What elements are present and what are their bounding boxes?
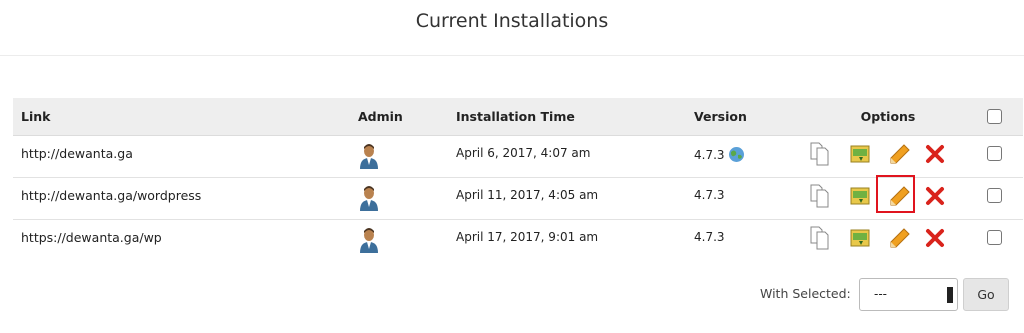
- admin-cell: [358, 220, 418, 261]
- bulk-action-select[interactable]: ---: [859, 278, 958, 311]
- backup-icon[interactable]: [848, 226, 872, 250]
- backup-icon[interactable]: [848, 184, 872, 208]
- globe-icon[interactable]: [728, 146, 745, 163]
- row-checkbox[interactable]: [986, 146, 1002, 161]
- header-version: Version: [694, 109, 747, 124]
- installation-link[interactable]: http://dewanta.ga/wordpress: [21, 178, 341, 219]
- installations-table: Link Admin Installation Time Version Opt…: [13, 98, 1023, 261]
- highlight-box: [876, 175, 915, 213]
- row-checkbox-cell: [983, 136, 1005, 177]
- header-installation-time: Installation Time: [456, 109, 575, 124]
- remove-x-icon[interactable]: [923, 184, 947, 208]
- header-admin: Admin: [358, 109, 403, 124]
- installation-link[interactable]: https://dewanta.ga/wp: [21, 220, 341, 261]
- installation-link[interactable]: http://dewanta.ga: [21, 136, 341, 177]
- edit-pencil-icon[interactable]: [888, 226, 912, 250]
- edit-pencil-icon[interactable]: [876, 175, 915, 213]
- edit-pencil-icon[interactable]: [888, 142, 912, 166]
- bulk-action-selected-value: ---: [874, 287, 887, 301]
- options-cell: [803, 220, 953, 261]
- version-cell: 4.7.3: [694, 178, 784, 219]
- clone-icon[interactable]: [808, 142, 832, 166]
- remove-x-icon[interactable]: [923, 226, 947, 250]
- header-link: Link: [21, 109, 51, 124]
- installation-time: April 11, 2017, 4:05 am: [456, 188, 599, 202]
- header-options: Options: [860, 109, 916, 124]
- options-cell: [803, 175, 953, 219]
- table-row: http://dewanta.ga April 6, 2017, 4:07 am…: [13, 136, 1023, 178]
- table-row: http://dewanta.ga/wordpress April 11, 20…: [13, 175, 1023, 220]
- row-checkbox[interactable]: [986, 188, 1002, 203]
- version-cell: 4.7.3: [694, 136, 784, 177]
- backup-icon[interactable]: [848, 142, 872, 166]
- installation-time: April 6, 2017, 4:07 am: [456, 146, 591, 160]
- options-cell: [803, 136, 953, 177]
- admin-user-icon[interactable]: [358, 227, 380, 253]
- page-title: Current Installations: [0, 0, 1024, 56]
- bulk-actions-footer: With Selected: --- Go: [0, 277, 1024, 313]
- clone-icon[interactable]: [808, 226, 832, 250]
- admin-cell: [358, 136, 418, 177]
- row-checkbox-cell: [983, 220, 1005, 261]
- remove-x-icon[interactable]: [923, 142, 947, 166]
- select-all-checkbox[interactable]: [986, 109, 1002, 124]
- row-checkbox[interactable]: [986, 230, 1002, 245]
- version-text: 4.7.3: [694, 188, 725, 202]
- version-text: 4.7.3: [694, 147, 725, 162]
- admin-user-icon[interactable]: [358, 143, 380, 169]
- admin-user-icon[interactable]: [358, 185, 380, 211]
- installation-time: April 17, 2017, 9:01 am: [456, 230, 599, 244]
- version-text: 4.7.3: [694, 230, 725, 244]
- select-all-checkbox-cell: [983, 98, 1005, 135]
- go-button[interactable]: Go: [963, 278, 1009, 311]
- row-checkbox-cell: [983, 178, 1005, 219]
- version-cell: 4.7.3: [694, 220, 784, 261]
- table-header: Link Admin Installation Time Version Opt…: [13, 98, 1023, 136]
- select-arrow-icon: [947, 287, 953, 303]
- admin-cell: [358, 178, 418, 219]
- with-selected-label: With Selected:: [760, 286, 851, 301]
- clone-icon[interactable]: [808, 184, 832, 208]
- table-row: https://dewanta.ga/wp April 17, 2017, 9:…: [13, 220, 1023, 261]
